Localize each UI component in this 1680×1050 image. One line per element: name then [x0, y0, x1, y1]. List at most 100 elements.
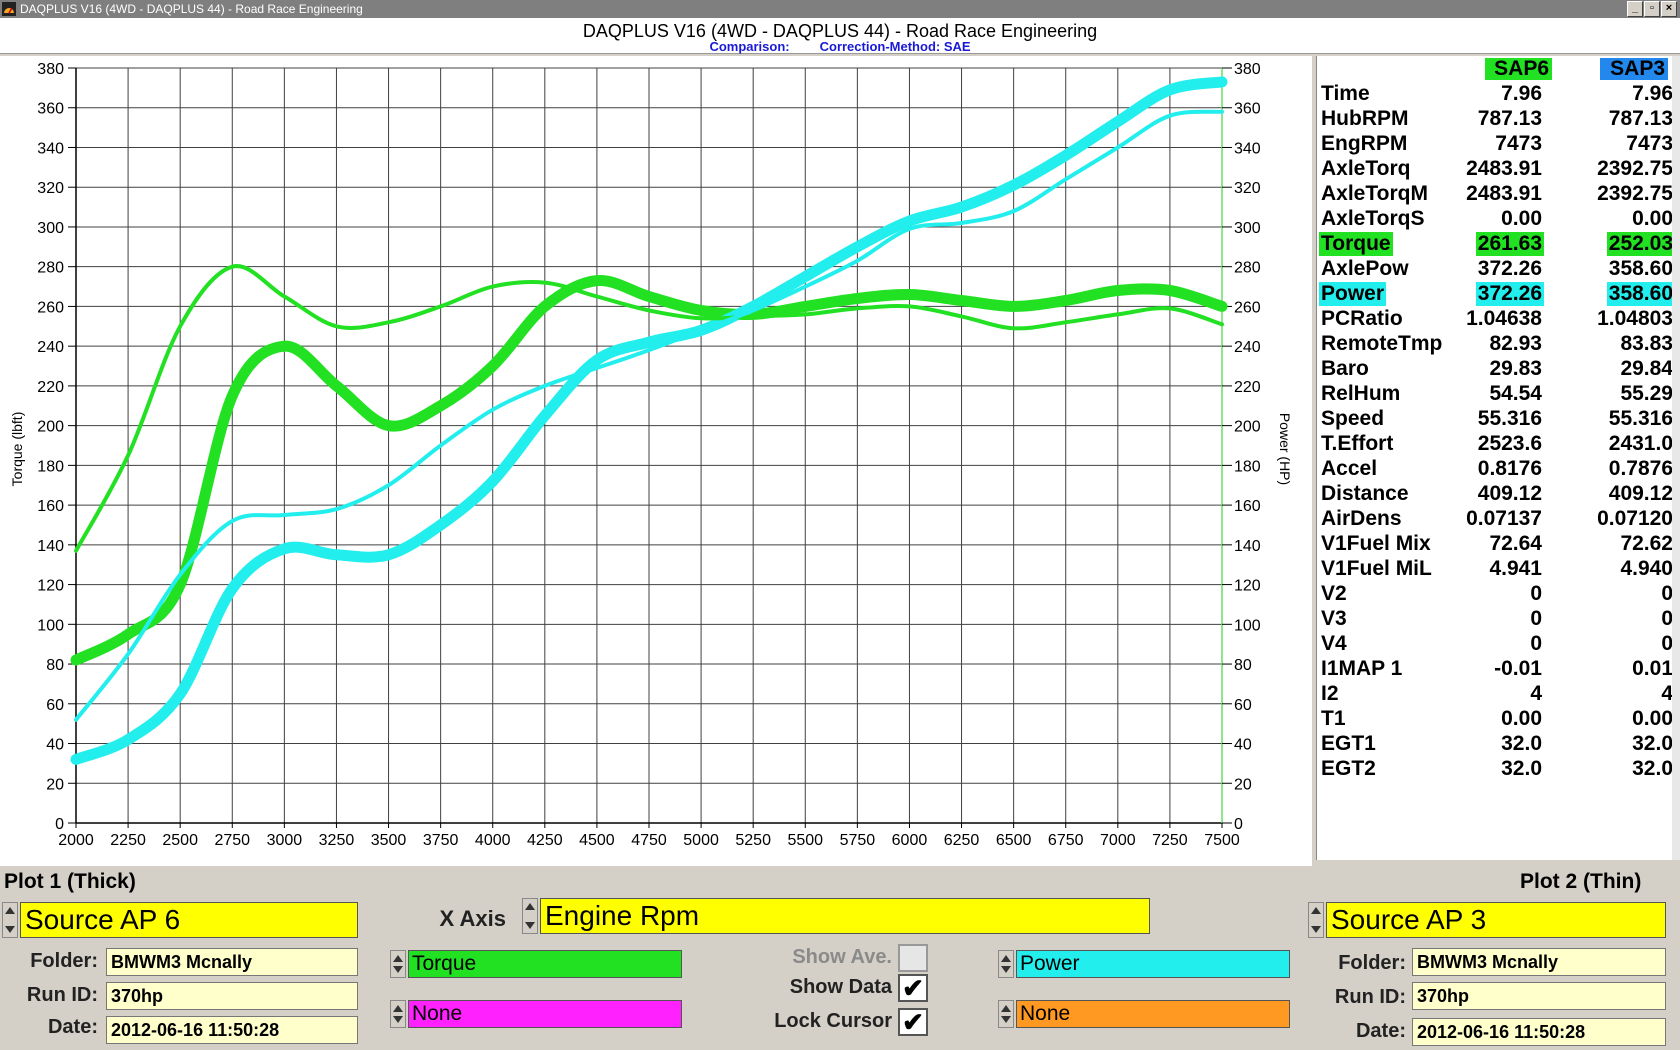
channel-left2-field[interactable]: None [408, 1000, 682, 1028]
y-right-tick-label: 300 [1234, 220, 1261, 237]
channel-left1-field[interactable]: Torque [408, 950, 682, 978]
plot1-date-field[interactable]: 2012-06-16 11:50:28 [106, 1016, 358, 1044]
data-row-label: T1 [1321, 707, 1346, 730]
y-left-tick-label: 280 [37, 260, 64, 277]
data-row: HubRPM 787.13 787.13 [1317, 107, 1677, 131]
data-row-value-sap6: 82.93 [1489, 332, 1542, 355]
data-row-value-sap3: 0.07120 [1597, 507, 1673, 530]
plot1-folder-field[interactable]: BMWM3 Mcnally [106, 948, 358, 976]
data-row-label: AxleTorqM [1321, 182, 1428, 205]
plot1-date-label: Date: [47, 1016, 98, 1038]
y-right-tick-label: 240 [1234, 339, 1261, 356]
plot2-runid-field[interactable]: 370hp [1412, 982, 1666, 1010]
maximize-button[interactable]: ▫ [1644, 1, 1660, 17]
data-row-label: T.Effort [1321, 432, 1394, 455]
y-left-tick-label: 180 [37, 458, 64, 475]
y-right-tick-label: 120 [1234, 578, 1261, 595]
y-right-tick-label: 220 [1234, 379, 1261, 396]
y-axis-right-ticks: 0 20 40 60 80 100 120 140 160 180 200 220 240 260 280 3… [1222, 61, 1261, 833]
checkmark-icon: ✔ [902, 1007, 924, 1037]
lock-cursor-checkbox[interactable]: ✔ [898, 1008, 928, 1036]
y-right-tick-label: 260 [1234, 299, 1261, 316]
y-left-tick-label: 40 [46, 737, 64, 754]
x-tick-label: 6000 [892, 832, 928, 849]
y-right-tick-label: 40 [1234, 737, 1252, 754]
plot1-folder-label: Folder: [30, 950, 98, 972]
data-row-value-sap3: 0.00 [1632, 707, 1673, 730]
data-row-label: EngRPM [1321, 132, 1408, 155]
x-tick-label: 7000 [1100, 832, 1136, 849]
y-left-tick-label: 360 [37, 101, 64, 118]
y-right-tick-label: 340 [1234, 140, 1261, 157]
comparison-label: Comparison: [709, 39, 790, 54]
show-ave-checkbox[interactable] [898, 944, 928, 972]
x-tick-label: 3000 [267, 832, 303, 849]
y-axis-right-label: Power (HP) [1277, 413, 1293, 485]
data-row-value-sap6: 261.63 [1475, 232, 1544, 256]
window-titlebar[interactable]: DAQPLUS V16 (4WD - DAQPLUS 44) - Road Ra… [0, 0, 1680, 18]
plot2-folder-field[interactable]: BMWM3 Mcnally [1412, 948, 1666, 976]
data-row-value-sap3: 1.04803 [1597, 307, 1673, 330]
y-left-tick-label: 300 [37, 220, 64, 237]
show-data-label: Show Data [789, 976, 892, 998]
data-row: Time 7.96 7.96 [1317, 82, 1677, 106]
x-tick-label: 2500 [162, 832, 198, 849]
channel-left1-spinner[interactable] [390, 950, 406, 978]
data-row: EGT2 32.0 32.0 [1317, 757, 1677, 781]
x-axis-spinner[interactable] [522, 898, 538, 934]
plot1-runid-field[interactable]: 370hp [106, 982, 358, 1010]
x-tick-label: 3500 [371, 832, 407, 849]
data-row-value-sap3: 29.84 [1620, 357, 1673, 380]
data-row: Accel 0.8176 0.7876 [1317, 457, 1677, 481]
y-right-tick-label: 380 [1234, 61, 1261, 78]
minimize-button[interactable]: _ [1627, 1, 1643, 17]
channel-right1-field[interactable]: Power [1016, 950, 1290, 978]
data-row: EGT1 32.0 32.0 [1317, 732, 1677, 756]
dyno-chart[interactable]: 2000 2250 2500 2750 3000 3250 3500 3750 4000 4250… [0, 56, 1312, 866]
plot2-source-field[interactable]: Source AP 3 [1326, 902, 1666, 938]
data-row-label: Power [1319, 282, 1387, 306]
x-axis-field[interactable]: Engine Rpm [540, 898, 1150, 934]
channel-right1-spinner[interactable] [998, 950, 1014, 978]
y-left-tick-label: 80 [46, 657, 64, 674]
data-row-value-sap6: 54.54 [1489, 382, 1542, 405]
channel-right2-field[interactable]: None [1016, 1000, 1290, 1028]
data-row-label: I1MAP 1 [1321, 657, 1403, 680]
data-row: T1 0.00 0.00 [1317, 707, 1677, 731]
plot2-date-label: Date: [1355, 1020, 1406, 1042]
data-row-value-sap6: 0.00 [1501, 707, 1542, 730]
y-right-tick-label: 140 [1234, 538, 1261, 555]
data-row-label: AxleTorq [1321, 157, 1411, 180]
y-left-tick-label: 240 [37, 339, 64, 356]
x-tick-label: 2250 [110, 832, 146, 849]
data-row: RemoteTmp 82.93 83.83 [1317, 332, 1677, 356]
plot2-date-field[interactable]: 2012-06-16 11:50:28 [1412, 1018, 1666, 1046]
chart-grid [75, 67, 1223, 824]
data-row-value-sap3: 787.13 [1608, 107, 1673, 130]
lock-cursor-label: Lock Cursor [774, 1010, 892, 1032]
data-panel-scrollbar[interactable] [1672, 56, 1680, 860]
x-tick-label: 7250 [1152, 832, 1188, 849]
data-row-label: V3 [1321, 607, 1347, 630]
plot2-source-spinner[interactable] [1308, 902, 1324, 938]
plot1-source-spinner[interactable] [2, 902, 18, 938]
channel-left2-spinner[interactable] [390, 1000, 406, 1028]
plot2-runid-label: Run ID: [1334, 986, 1406, 1008]
data-row-value-sap6: 72.64 [1489, 532, 1542, 555]
plot1-source-field[interactable]: Source AP 6 [20, 902, 358, 938]
data-row-value-sap3: 358.60 [1608, 257, 1673, 280]
y-right-tick-label: 20 [1234, 776, 1252, 793]
show-ave-label: Show Ave. [792, 946, 892, 968]
close-button[interactable]: × [1661, 1, 1677, 17]
data-row: AirDens 0.07137 0.07120 [1317, 507, 1677, 531]
data-row-value-sap6: 372.26 [1475, 282, 1544, 306]
channel-right2-spinner[interactable] [998, 1000, 1014, 1028]
y-left-tick-label: 140 [37, 538, 64, 555]
show-data-checkbox[interactable]: ✔ [898, 974, 928, 1002]
data-row-value-sap6: 55.316 [1477, 407, 1542, 430]
y-left-tick-label: 120 [37, 578, 64, 595]
y-left-tick-label: 100 [37, 617, 64, 634]
dyno-chart-area[interactable]: 2000 2250 2500 2750 3000 3250 3500 3750 4000 4250… [0, 56, 1312, 866]
x-tick-label: 4250 [527, 832, 563, 849]
data-row-value-sap6: -0.01 [1494, 657, 1542, 680]
